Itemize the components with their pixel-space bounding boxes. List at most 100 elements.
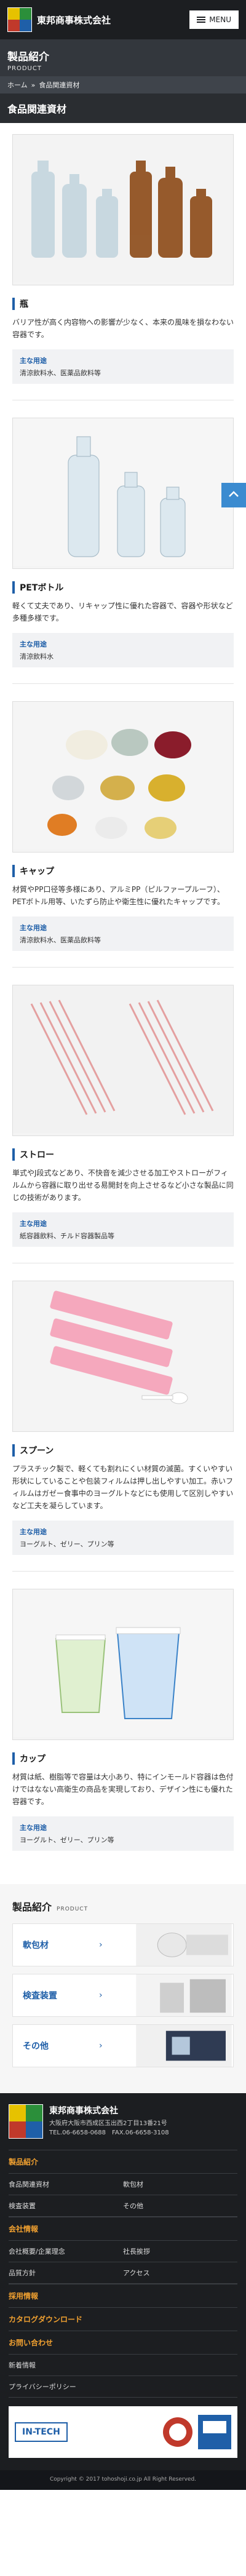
intro-card-other[interactable]: その他 › (12, 2024, 234, 2067)
footer-catalog-link[interactable]: カタログダウンロード (9, 2307, 237, 2331)
footer-link[interactable]: アクセス (123, 2262, 237, 2284)
product-list: 瓶 バリア性が高く内容物への影響が少なく、本来の風味を損なわない容器です。 主な… (0, 123, 246, 1867)
bottle-image (12, 134, 234, 285)
footer-news-link[interactable]: 新着情報 (9, 2354, 237, 2376)
intro-card-label: その他 (23, 2041, 49, 2051)
product-uses: 主な用途 清涼飲料水、医薬品飲料等 (12, 916, 234, 951)
uses-label: 主な用途 (20, 1220, 47, 1228)
footer-company-name: 東邦商事株式会社 (49, 2106, 118, 2116)
intro-card-label: 検査装置 (23, 1991, 57, 2001)
intro-subheading: PRODUCT (57, 1906, 89, 1912)
company-logo (7, 7, 32, 32)
footer-company-heading[interactable]: 会社情報 (9, 2217, 237, 2240)
hamburger-icon (197, 15, 206, 24)
soft-packaging-thumb (136, 1924, 232, 1966)
product-description: バリア性が高く内容物への影響が少なく、本来の風味を損なわない容器です。 (12, 318, 234, 339)
footer-company-links: 会社概要/企業理念 社長挨拶 品質方針 アクセス (9, 2240, 237, 2284)
product-name: PETボトル (12, 581, 234, 594)
uses-label: 主な用途 (20, 924, 47, 932)
product-name: ストロー (12, 1148, 234, 1161)
footer-link[interactable]: 食品関連資材 (9, 2174, 123, 2195)
uses-value: 清涼飲料水、医薬品飲料等 (20, 369, 101, 377)
product-name: スプーン (12, 1444, 234, 1457)
footer-privacy-link[interactable]: プライバシーポリシー (9, 2376, 237, 2398)
page-title: 製品紹介 (7, 51, 49, 63)
breadcrumb: ホーム » 食品関連資材 (0, 76, 246, 93)
footer-company-section: 会社情報 会社概要/企業理念 社長挨拶 品質方針 アクセス (9, 2217, 237, 2284)
intro-card-inspection[interactable]: 検査装置 › (12, 1974, 234, 2017)
footer-phone: TEL.06-6658-0688 FAX.06-6658-3108 (49, 2129, 169, 2136)
uses-value: ヨーグルト、ゼリー、プリン等 (20, 1836, 114, 1844)
spoon-image (12, 1281, 234, 1432)
product-description: 軽くて丈夫であり、リキャップ性に優れた容器で、容器や形状など多種多様です。 (12, 602, 233, 622)
footer-products-heading[interactable]: 製品紹介 (9, 2150, 237, 2173)
inspection-thumb (136, 1974, 232, 2016)
product-uses: 主な用途 ヨーグルト、ゼリー、プリン等 (12, 1521, 234, 1555)
footer-link[interactable]: 軟包材 (123, 2174, 237, 2195)
product-description: プラスチック製で、軽くても割れにくい材質の滅菌。すくいやすい形状にしていることや… (12, 1465, 234, 1510)
other-thumb (136, 2025, 232, 2067)
product-name: キャップ (12, 865, 234, 877)
breadcrumb-current: 食品関連資材 (39, 81, 80, 89)
intro-title: 製品紹介 PRODUCT (12, 1899, 234, 1914)
product-intro-section: 製品紹介 PRODUCT 軟包材 › 検査装置 › その他 › (0, 1884, 246, 2093)
product-name: カップ (12, 1752, 234, 1765)
footer-address: 大阪府大阪市西成区玉出西2丁目13番21号 (49, 2120, 167, 2127)
product-straw: ストロー 単式やJ段式などあり、不快音を減少させる加工やストローがフィルムから容… (12, 985, 234, 1263)
chevron-right-icon: › (99, 1990, 103, 2000)
footer-misc-section: 採用情報 カタログダウンロード お問い合わせ 新着情報 プライバシーポリシー (9, 2284, 237, 2398)
footer-recruit-link[interactable]: 採用情報 (9, 2284, 237, 2307)
chevron-right-icon: › (99, 2041, 103, 2051)
uses-label: 主な用途 (20, 1824, 47, 1832)
menu-label: MENU (209, 15, 231, 24)
intro-card-soft-packaging[interactable]: 軟包材 › (12, 1923, 234, 1966)
uses-value: 清涼飲料水、医薬品飲料等 (20, 936, 101, 944)
product-uses: 主な用途 紙容器飲料、チルド容器製品等 (12, 1212, 234, 1247)
uses-label: 主な用途 (20, 640, 47, 648)
company-name: 東邦商事株式会社 (37, 14, 111, 26)
page-banner: 製品紹介 PRODUCT (0, 39, 246, 76)
scroll-to-top-button[interactable] (221, 483, 246, 507)
product-uses: 主な用途 ヨーグルト、ゼリー、プリン等 (12, 1816, 234, 1851)
product-cup: カップ 材質は紙、樹脂等で容量は大小あり、特にインモールド容器は色付けではなない… (12, 1589, 234, 1867)
product-description: 材質やPP口径等多様にあり、アルミPP（ピルファープルーフ）、PETボトル用等、… (12, 885, 224, 906)
product-description: 単式やJ段式などあり、不快音を減少させる加工やストローがフィルムから容器に取り出… (12, 1169, 234, 1202)
product-bottle: 瓶 バリア性が高く内容物への影響が少なく、本来の風味を損なわない容器です。 主な… (12, 134, 234, 400)
uses-label: 主な用途 (20, 1528, 47, 1536)
product-spoon: スプーン プラスチック製で、軽くても割れにくい材質の滅菌。すくいやすい形状にして… (12, 1281, 234, 1572)
footer-link[interactable]: その他 (123, 2195, 237, 2217)
uses-value: 紙容器飲料、チルド容器製品等 (20, 1232, 114, 1240)
footer-link[interactable]: 品質方針 (9, 2262, 123, 2284)
cup-image (12, 1589, 234, 1740)
section-title-bar: 食品関連資材 (0, 93, 246, 123)
footer-brand: 東邦商事株式会社 大阪府大阪市西成区玉出西2丁目13番21号 TEL.06-66… (9, 2104, 237, 2139)
product-description: 材質は紙、樹脂等で容量は大小あり、特にインモールド容器は色付けではなない高衛生の… (12, 1773, 234, 1806)
intro-card-label: 軟包材 (23, 1941, 49, 1950)
certification-row: IN-TECH (9, 2406, 237, 2458)
product-cap: キャップ 材質やPP口径等多様にあり、アルミPP（ピルファープルーフ）、PETボ… (12, 701, 234, 968)
copyright: Copyright © 2017 tohoshoji.co.jp All Rig… (0, 2470, 246, 2490)
site-footer: 東邦商事株式会社 大阪府大阪市西成区玉出西2丁目13番21号 TEL.06-66… (0, 2093, 246, 2470)
brand[interactable]: 東邦商事株式会社 (7, 7, 111, 32)
footer-link[interactable]: 検査装置 (9, 2195, 123, 2217)
menu-button[interactable]: MENU (189, 10, 239, 29)
chevron-right-icon: › (99, 1940, 103, 1950)
product-uses: 主な用途 清涼飲料水、医薬品飲料等 (12, 349, 234, 384)
footer-link[interactable]: 会社概要/企業理念 (9, 2241, 123, 2262)
footer-products-links: 食品関連資材 軟包材 検査装置 その他 (9, 2173, 237, 2217)
pet-bottle-image (12, 418, 234, 569)
page-subtitle: PRODUCT (7, 65, 42, 72)
product-uses: 主な用途 清涼飲料水 (12, 633, 234, 667)
footer-products-section: 製品紹介 食品関連資材 軟包材 検査装置 その他 (9, 2150, 237, 2217)
footer-link[interactable]: 社長挨拶 (123, 2241, 237, 2262)
uses-value: ヨーグルト、ゼリー、プリン等 (20, 1540, 114, 1548)
intro-heading: 製品紹介 (12, 1901, 52, 1913)
product-pet-bottle: PETボトル 軽くて丈夫であり、リキャップ性に優れた容器で、容器や形状など多種多… (12, 418, 234, 684)
intech-logo: IN-TECH (15, 2422, 68, 2442)
footer-contact-link[interactable]: お問い合わせ (9, 2331, 237, 2354)
iso-certification-badge (161, 2415, 231, 2449)
uses-value: 清涼飲料水 (20, 653, 54, 661)
breadcrumb-separator: » (31, 81, 36, 89)
site-header: 東邦商事株式会社 MENU (0, 0, 246, 39)
breadcrumb-home[interactable]: ホーム (7, 80, 28, 90)
